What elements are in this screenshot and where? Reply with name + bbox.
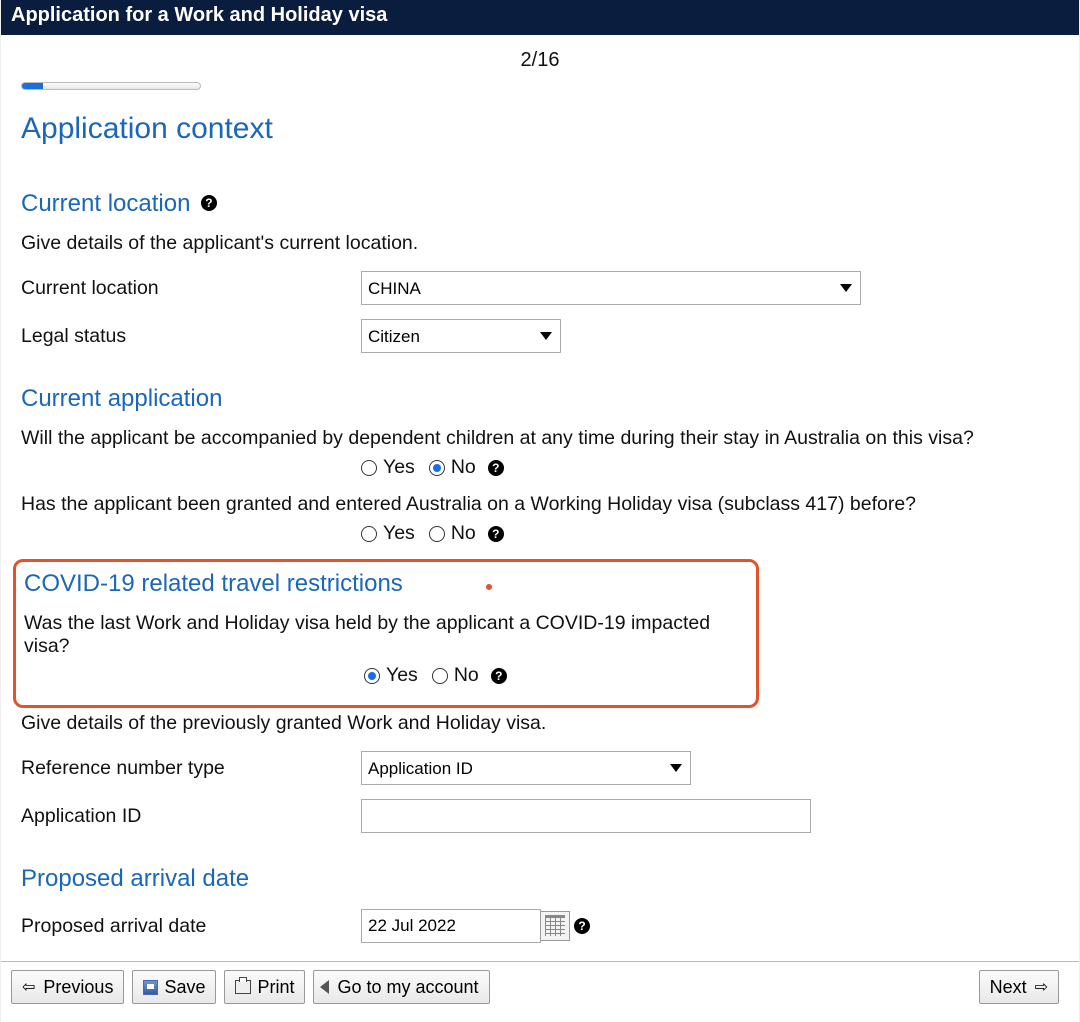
previous-button[interactable]: Previous (11, 970, 124, 1004)
help-icon[interactable]: ? (491, 668, 507, 684)
heading-proposed-arrival: Proposed arrival date (21, 865, 249, 893)
input-application-id[interactable] (361, 799, 811, 833)
heading-current-location: Current location (21, 190, 190, 218)
label-application-id: Application ID (21, 805, 361, 828)
question-covid-impacted: Was the last Work and Holiday visa held … (24, 612, 748, 658)
radio-covid-yes[interactable] (364, 668, 380, 684)
question-dependent-children: Will the applicant be accompanied by dep… (21, 427, 1059, 450)
radio-label-yes: Yes (383, 456, 415, 479)
page-counter: 2/16 (21, 49, 1059, 72)
next-button[interactable]: Next (979, 970, 1059, 1004)
label-reference-number-type: Reference number type (21, 757, 361, 780)
help-icon[interactable]: ? (574, 918, 590, 934)
label-legal-status: Legal status (21, 325, 361, 348)
save-icon (143, 980, 158, 995)
radio-label-no: No (451, 522, 476, 545)
select-current-location[interactable]: CHINA (361, 271, 861, 305)
select-reference-number-type[interactable]: Application ID (361, 751, 691, 785)
input-proposed-arrival-date[interactable] (361, 909, 541, 943)
label-current-location: Current location (21, 277, 361, 300)
go-to-my-account-button[interactable]: Go to my account (313, 970, 489, 1004)
heading-current-application: Current application (21, 385, 222, 413)
print-button[interactable]: Print (224, 970, 305, 1004)
question-subclass-417: Has the applicant been granted and enter… (21, 493, 1059, 516)
heading-application-context: Application context (21, 112, 1059, 146)
help-icon[interactable]: ? (488, 460, 504, 476)
progress-bar (21, 82, 201, 90)
footer-toolbar: Previous Save Print Go to my account Nex… (1, 961, 1079, 1022)
marker-dot-icon (486, 584, 492, 590)
select-legal-status[interactable]: Citizen (361, 319, 561, 353)
print-icon (235, 980, 251, 994)
page-header: Application for a Work and Holiday visa (1, 0, 1079, 35)
instruction-previous-visa: Give details of the previously granted W… (21, 712, 1059, 735)
radio-q1-no[interactable] (429, 460, 445, 476)
radio-label-no: No (451, 456, 476, 479)
radio-q1-yes[interactable] (361, 460, 377, 476)
help-icon[interactable]: ? (201, 195, 217, 211)
heading-covid-restrictions: COVID-19 related travel restrictions (24, 570, 403, 598)
radio-q2-no[interactable] (429, 526, 445, 542)
radio-label-no: No (454, 664, 479, 687)
radio-covid-no[interactable] (432, 668, 448, 684)
highlight-covid-section: COVID-19 related travel restrictions Was… (13, 559, 759, 708)
instruction-current-location: Give details of the applicant's current … (21, 232, 1059, 255)
help-icon[interactable]: ? (488, 526, 504, 542)
page-title: Application for a Work and Holiday visa (11, 4, 387, 26)
radio-label-yes: Yes (383, 522, 415, 545)
radio-q2-yes[interactable] (361, 526, 377, 542)
calendar-icon[interactable] (540, 911, 570, 941)
label-proposed-arrival-date: Proposed arrival date (21, 915, 361, 938)
save-button[interactable]: Save (132, 970, 216, 1004)
radio-label-yes: Yes (386, 664, 418, 687)
